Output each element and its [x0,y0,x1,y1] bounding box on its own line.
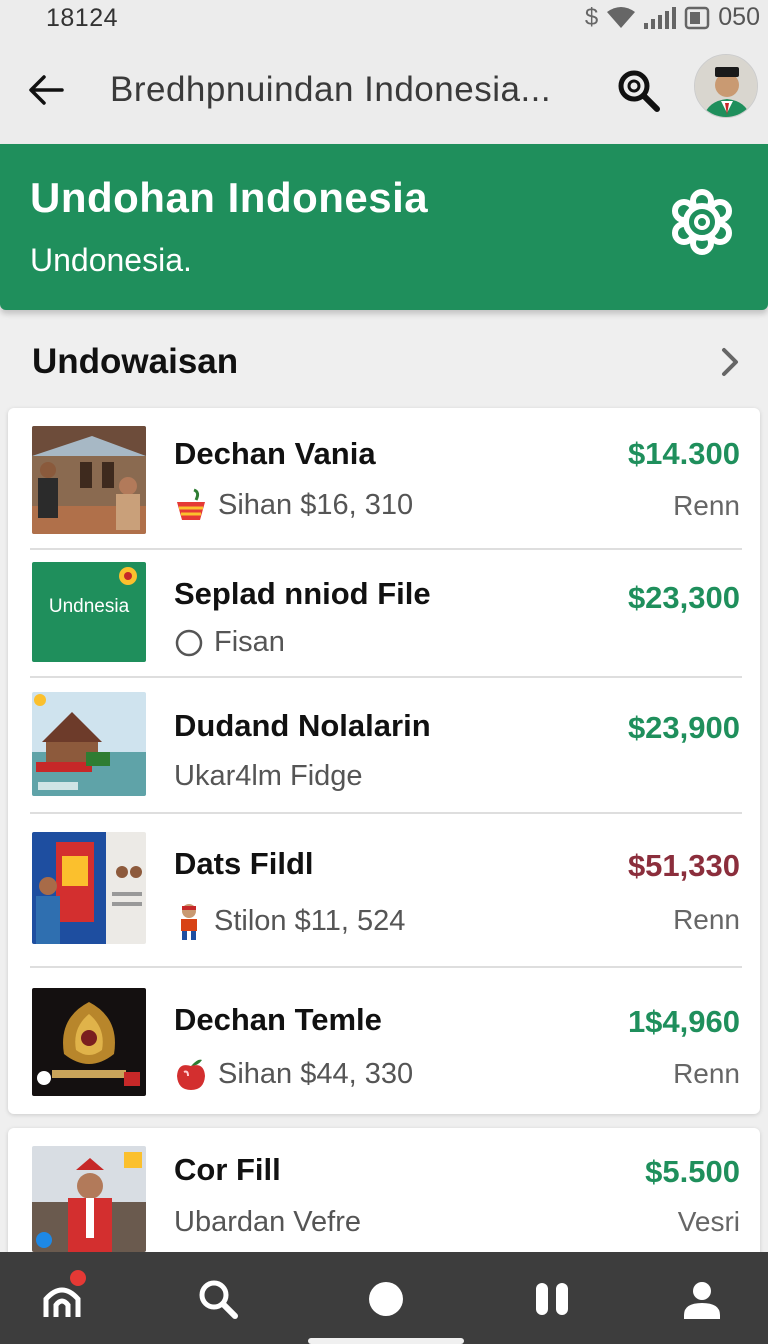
item-meta: Sihan $16, 310 [174,488,413,522]
item-price: $51,330 [627,848,740,883]
item-thumbnail [32,426,146,534]
item-price: $23,300 [627,580,740,615]
nav-pause[interactable] [522,1274,582,1324]
item-meta: Ukar4lm Fidge [174,760,363,793]
item-name: Cor Fill [174,1152,281,1187]
search-icon [199,1280,238,1319]
items-card: Dechan Vania Sihan $16, 310 $14.300 Renn… [8,408,760,1114]
status-icons: $ 050 [585,3,760,32]
banner-subtitle: Undonesia. [30,242,192,278]
bottom-nav [0,1252,768,1344]
battery-level: 050 [718,3,760,31]
item-thumbnail: Undnesia [32,562,146,662]
list-item[interactable]: Undnesia Seplad nniod File Fisan $23,300 [8,550,760,676]
radio-circle-icon[interactable] [174,628,204,658]
item-price: $23,900 [627,710,740,745]
nav-profile[interactable] [672,1274,732,1324]
item-meta-text: Fisan [214,626,285,658]
item-meta-text: Ukar4lm Fidge [174,760,363,792]
status-time: 18124 [46,4,119,32]
search-button[interactable] [610,62,666,118]
search-icon [618,70,660,112]
home-indicator [308,1338,464,1344]
item-thumbnail [32,1146,146,1252]
pause-icon [536,1283,568,1315]
list-item[interactable]: Dechan Vania Sihan $16, 310 $14.300 Renn [8,408,760,548]
currency-icon: $ [584,3,599,31]
signal-icon [644,6,677,29]
item-tag: Renn [673,1058,740,1089]
thumbnail-text: Undnesia [48,596,130,617]
item-meta: Ubardan Vefre [174,1206,361,1239]
profile-icon [684,1282,720,1319]
item-tag: Renn [673,904,740,935]
list-item[interactable]: Cor Fill Ubardan Vefre $5.500 Vesri [8,1128,760,1252]
fruit-basket-icon [177,488,205,520]
circle-icon [369,1282,403,1316]
nav-search[interactable] [188,1274,248,1324]
item-price: $14.300 [627,436,740,471]
apple-icon [177,1059,205,1090]
avatar[interactable] [694,54,758,118]
notification-badge [70,1270,86,1286]
battery-icon [685,6,710,29]
settings-button[interactable] [664,184,740,260]
item-thumbnail [32,692,146,796]
wifi-icon [607,6,636,28]
app-bar: Bredhpnuindan Indonesia... [0,36,768,144]
page-title: Bredhpnuindan Indonesia... [110,70,552,109]
nav-center[interactable] [356,1274,416,1324]
item-thumbnail [32,988,146,1096]
item-meta: Stilon $11, 524 [174,902,405,940]
list-item[interactable]: Dats Fildl Stilon $11, 524 $51,330 Renn [8,814,760,966]
section-title: Undowaisan [32,342,239,381]
item-meta: Sihan $44, 330 [174,1056,413,1092]
banner-title: Undohan Indonesia [30,174,429,221]
figure-icon [181,904,197,940]
nav-home[interactable] [32,1270,92,1324]
item-tag: Renn [673,490,740,521]
gear-icon [672,189,732,255]
item-price: $5.500 [645,1154,740,1189]
avatar-image [695,55,757,117]
section-header[interactable]: Undowaisan [0,326,768,398]
item-meta: Fisan [174,626,285,659]
list-item[interactable]: Dechan Temle Sihan $44, 330 1$4,960 Renn [8,968,760,1114]
item-meta-text: Stilon $11, 524 [214,904,406,937]
header-banner: Undohan Indonesia Undonesia. [0,144,768,310]
item-name: Dechan Vania [174,436,376,471]
back-arrow-icon [29,75,64,105]
item-name: Dechan Temle [174,1002,382,1037]
chevron-right-icon[interactable] [712,344,748,380]
item-meta-text: Sihan $44, 330 [218,1057,414,1090]
item-price: 1$4,960 [627,1004,740,1039]
status-bar: 18124 $ 050 [0,0,768,36]
item-thumbnail [32,832,146,944]
item-meta-text: Sihan $16, 310 [218,488,414,521]
item-name: Dats Fildl [174,846,314,881]
item-meta-text: Ubardan Vefre [174,1206,362,1238]
list-item[interactable]: Dudand Nolalarin Ukar4lm Fidge $23,900 [8,678,760,812]
item-name: Dudand Nolalarin [174,708,431,743]
back-button[interactable] [22,66,70,114]
item-tag: Vesri [677,1206,740,1237]
item-name: Seplad nniod File [174,576,431,611]
